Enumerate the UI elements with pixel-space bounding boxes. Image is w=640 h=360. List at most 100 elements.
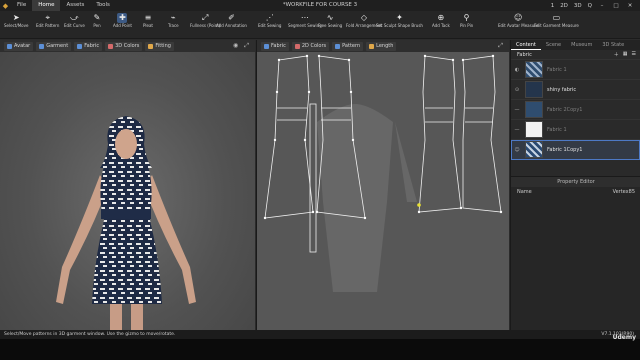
layout-q-button[interactable]: Q [588, 3, 592, 9]
add-point-tool[interactable]: ✚ Add Point [113, 13, 132, 29]
segment-icon: ⋯ [300, 12, 309, 22]
tab-scene[interactable]: Scene [541, 40, 566, 50]
pin-icon: ⚲ [463, 12, 470, 22]
close-button[interactable]: ✕ [626, 3, 634, 9]
annotation-icon: ✐ [228, 12, 235, 22]
garment-measure-icon: ▭ [552, 12, 561, 22]
2d-pattern-window[interactable]: Fabric 2D Colors Pattern Length ⤢ [256, 40, 509, 330]
sculpt-brush-tool[interactable]: ✦ Set Sculpt Shape Brush [376, 13, 423, 29]
pen-tool[interactable]: ✎ Pen [92, 13, 102, 29]
edit-pattern-tool[interactable]: ⌖ Edit Pattern [36, 13, 59, 29]
pen-icon: ✎ [93, 12, 101, 22]
add-tack-tool[interactable]: ⊕ Add Tack [432, 13, 450, 29]
pattern-icon [335, 43, 341, 49]
layout-2d-button[interactable]: 2D [560, 3, 568, 9]
pleat-tool[interactable]: ≡ Pleat [143, 13, 153, 29]
tab-museum[interactable]: Museum [566, 40, 597, 50]
menu-bar: ◆ File Home Assets Tools 1 2D 3D Q – □ ✕… [0, 0, 640, 11]
property-editor: Property Editor Name Vertex85 [511, 176, 640, 330]
avatar-measure-icon: ☺ [513, 12, 523, 22]
free-sewing-icon: ∿ [326, 12, 334, 22]
layout-3d-button[interactable]: 3D [574, 3, 582, 9]
menu-file[interactable]: File [11, 0, 32, 11]
right-panel-tabs: Content Scene Museum 3D State [511, 40, 640, 50]
expand-2d-icon[interactable]: ⤢ [498, 42, 503, 50]
avatar-figure [56, 116, 196, 330]
fabric-icon [77, 43, 83, 49]
select-move-tool[interactable]: ➤ Select/Move [4, 13, 28, 29]
fabric-item[interactable]: ◐ Fabric 1 [511, 60, 640, 80]
expand-icon[interactable]: ⤢ [244, 42, 249, 50]
avatar-icon [7, 43, 12, 49]
add-fabric-icon[interactable]: ＋ [614, 51, 619, 58]
3d-view-toolbar: Avatar Garment Fabric 3D Colors Fitting … [0, 40, 255, 52]
avatar-display-button[interactable]: Avatar [4, 41, 34, 51]
fabric-swatch [525, 81, 543, 98]
edit-avatar-measure-tool[interactable]: ☺ Edit Avatar Measure [498, 13, 538, 29]
pattern-button[interactable]: Pattern [332, 41, 364, 51]
menu-assets[interactable]: Assets [60, 0, 90, 11]
grid-view-icon[interactable]: ▦ [623, 51, 628, 58]
fold-icon: ◇ [360, 12, 368, 22]
fitting-button[interactable]: Fitting [145, 41, 174, 51]
free-sewing-tool[interactable]: ∿ Free Sewing [318, 13, 342, 29]
fabric-2d-button[interactable]: Fabric [261, 41, 289, 51]
menu-tools[interactable]: Tools [90, 0, 116, 11]
fabric-swatch [525, 101, 543, 118]
list-view-icon[interactable]: ☰ [632, 51, 636, 58]
maximize-button[interactable]: □ [612, 3, 620, 9]
pattern-canvas[interactable] [257, 52, 510, 330]
segment-sewing-tool[interactable]: ⋯ Segment Sewing [288, 13, 322, 29]
fabric-section-header: Fabric ＋ ▦ ☰ [511, 50, 640, 60]
pin-tool[interactable]: ⚲ Pin Pin [460, 13, 473, 29]
fabric-item-selected[interactable]: ☺ Fabric 1Copy1 [511, 140, 640, 160]
status-bar: Select/Move patterns in 3D garment windo… [0, 330, 640, 339]
edit-garment-measure-tool[interactable]: ▭ Edit Garment Measure [534, 13, 579, 29]
3d-garment-window[interactable]: Avatar Garment Fabric 3D Colors Fitting … [0, 40, 255, 330]
tab-content[interactable]: Content [511, 40, 541, 50]
app-window: ◆ File Home Assets Tools 1 2D 3D Q – □ ✕… [0, 0, 640, 360]
selected-vertex[interactable] [417, 203, 421, 207]
length-icon [369, 43, 375, 49]
garment-display-button[interactable]: Garment [36, 41, 72, 51]
brush-icon: ✦ [396, 12, 403, 22]
colors-icon [108, 43, 114, 49]
menu-home[interactable]: Home [32, 0, 61, 11]
layout-1-button[interactable]: 1 [551, 3, 555, 9]
3d-colors-button[interactable]: 3D Colors [105, 41, 143, 51]
app-logo-icon: ◆ [2, 1, 9, 10]
fabric-visibility-icon[interactable]: ◐ [511, 67, 523, 73]
fabric-2d-icon [264, 43, 269, 49]
camera-icon[interactable]: ◉ [233, 42, 238, 50]
2d-view-toolbar: Fabric 2D Colors Pattern Length ⤢ [257, 40, 509, 52]
right-panel: Content Scene Museum 3D State Fabric ＋ ▦ ☰… [510, 40, 640, 330]
trace-icon: ⌁ [170, 12, 176, 22]
fabric-swatch [525, 61, 543, 78]
fabric-visibility-icon[interactable]: ⊙ [511, 87, 523, 93]
status-text: Select/Move patterns in 3D garment windo… [4, 332, 176, 337]
minimize-button[interactable]: – [598, 3, 606, 9]
trace-tool[interactable]: ⌁ Trace [168, 13, 179, 29]
fabric-display-button[interactable]: Fabric [74, 41, 103, 51]
fabric-swatch [525, 141, 543, 158]
fabric-visibility-icon[interactable]: — [511, 107, 523, 113]
sewing-icon: ⋰ [265, 12, 274, 22]
fabric-visibility-icon[interactable]: ☺ [511, 147, 523, 153]
fabric-item[interactable]: ⊙ shiny fabric [511, 80, 640, 100]
fabric-item[interactable]: — Fabric 1 [511, 120, 640, 140]
property-row: Name Vertex85 [517, 189, 635, 195]
2d-colors-button[interactable]: 2D Colors [291, 41, 330, 51]
property-editor-title: Property Editor [511, 177, 640, 187]
edit-curve-tool[interactable]: ⤻ Edit Curve [64, 13, 85, 29]
length-button[interactable]: Length [366, 41, 397, 51]
fabric-item[interactable]: — Fabric 2Copy1 [511, 100, 640, 120]
fabric-visibility-icon[interactable]: — [511, 127, 523, 133]
window-controls: 1 2D 3D Q – □ ✕ [551, 3, 640, 9]
tab-3d-state[interactable]: 3D State [597, 40, 629, 50]
watermark: Udemy [612, 334, 636, 341]
video-player-bar [0, 339, 640, 360]
add-annotation-tool[interactable]: ✐ Add Annotation [216, 13, 247, 29]
2d-colors-icon [294, 43, 300, 49]
fitting-icon [148, 43, 154, 49]
edit-sewing-tool[interactable]: ⋰ Edit Sewing [258, 13, 281, 29]
